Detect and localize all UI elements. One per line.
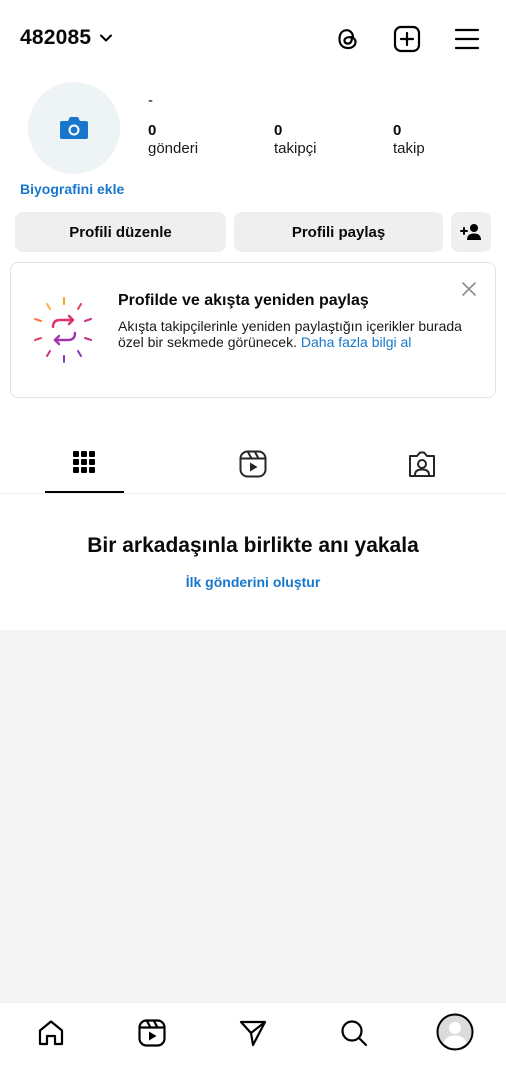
repost-info-card: Profilde ve akışta yeniden paylaş Akışta… — [10, 262, 496, 398]
empty-content-area — [0, 630, 506, 1002]
profile-tabs — [0, 440, 506, 494]
nav-home[interactable] — [31, 1013, 71, 1053]
stat-value: 0 — [274, 122, 283, 139]
top-bar: 482085 — [0, 0, 506, 80]
reels-icon — [138, 1019, 166, 1047]
chevron-down-icon — [100, 34, 113, 42]
account-switcher[interactable]: 482085 — [20, 26, 113, 50]
display-name: - — [148, 92, 153, 109]
close-icon[interactable] — [461, 281, 477, 297]
share-profile-button[interactable]: Profili paylaş — [234, 212, 443, 252]
tagged-icon — [409, 451, 435, 477]
stat-label: takip — [393, 140, 425, 157]
grid-icon — [73, 451, 95, 473]
nav-reels[interactable] — [132, 1013, 172, 1053]
active-tab-indicator — [45, 491, 124, 493]
threads-icon[interactable] — [333, 24, 363, 54]
username: 482085 — [20, 26, 92, 49]
edit-profile-button[interactable]: Profili düzenle — [15, 212, 226, 252]
stat-label: gönderi — [148, 140, 199, 157]
empty-state-title: Bir arkadaşınla birlikte anı yakala — [87, 534, 419, 557]
stat-value: 0 — [393, 122, 402, 139]
stat-value: 0 — [148, 122, 157, 139]
search-icon — [341, 1020, 368, 1047]
learn-more-link[interactable]: Daha fazla bilgi al — [301, 334, 412, 350]
stat-label: takipçi — [274, 140, 317, 157]
add-post-icon[interactable] — [392, 24, 422, 54]
stat-posts[interactable]: 0 gönderi — [148, 122, 198, 158]
menu-icon[interactable] — [452, 24, 482, 54]
profile-avatar-icon — [436, 1013, 474, 1051]
add-bio-link[interactable]: Biyografini ekle — [20, 181, 124, 197]
create-first-post-link[interactable]: İlk gönderini oluştur — [0, 574, 506, 590]
reels-icon — [239, 450, 267, 478]
nav-search[interactable] — [334, 1013, 374, 1053]
bottom-navigation — [0, 1002, 506, 1080]
repost-sparkle-icon — [34, 297, 92, 363]
stat-followers[interactable]: 0 takipçi — [274, 122, 317, 158]
card-description: Akışta takipçilerinle yeniden paylaştığı… — [118, 318, 468, 350]
tab-tagged[interactable] — [382, 440, 462, 494]
stat-following[interactable]: 0 takip — [393, 122, 425, 158]
direct-icon — [239, 1020, 267, 1047]
camera-icon — [60, 117, 88, 139]
discover-people-button[interactable] — [451, 212, 491, 252]
tab-reels[interactable] — [213, 440, 293, 494]
home-icon — [38, 1020, 64, 1046]
nav-profile[interactable] — [435, 1012, 475, 1052]
add-person-icon — [460, 224, 481, 240]
profile-photo-placeholder[interactable] — [28, 82, 120, 174]
nav-direct[interactable] — [233, 1013, 273, 1053]
card-title: Profilde ve akışta yeniden paylaş — [118, 292, 369, 309]
tab-posts-grid[interactable] — [44, 440, 124, 494]
